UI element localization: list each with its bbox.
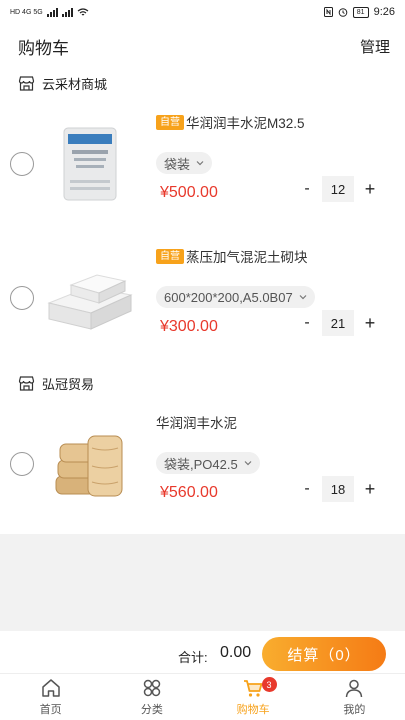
home-icon [41,679,60,697]
shop-name: 云采材商城 [42,77,108,92]
total-label: 合计: [178,650,208,665]
decrease-button[interactable]: - [296,480,318,498]
cart-list: 云采材商城 自营 华润润丰水泥M32.5 袋装 ¥500.00 - 12 + 自… [0,68,405,534]
chevron-down-icon [244,461,252,466]
quantity-stepper: - 21 + [296,310,382,336]
status-bar: HD 4G 5G 81 9:26 [0,0,405,24]
item-checkbox[interactable] [10,152,34,176]
product-price: ¥560.00 [160,484,218,501]
spec-selector[interactable]: 600*200*200,A5.0B07 [156,286,315,308]
spec-value: 袋装 [164,156,191,172]
network-indicators: HD 4G 5G [10,8,43,16]
cart-icon [244,680,263,697]
quantity-stepper: - 12 + [296,176,382,202]
product-name-row[interactable]: 自营 蒸压加气混泥土砌块 [156,246,308,266]
increase-button[interactable]: + [358,479,382,500]
tab-profile[interactable]: 我的 [304,674,405,720]
spec-value: 袋装,PO42.5 [164,456,238,472]
status-right: 81 9:26 [323,6,395,18]
tab-label: 我的 [343,704,366,716]
self-operated-tag: 自营 [156,248,184,264]
category-icon [143,679,161,697]
shop-name: 弘冠贸易 [42,377,95,392]
signal-icon [46,7,58,17]
clock: 9:26 [373,6,395,18]
product-price: ¥300.00 [160,318,218,335]
shop-header[interactable]: 弘冠贸易 [18,374,94,393]
signal-icon-2 [61,7,73,17]
tab-cart[interactable]: 购物车 3 [203,674,304,720]
product-image-cement-bag[interactable] [44,118,136,210]
checkout-bar: 合计: 0.00 结算（0） [0,631,405,673]
chevron-down-icon [196,161,204,166]
spec-value: 600*200*200,A5.0B07 [164,289,293,305]
product-price: ¥500.00 [160,184,218,201]
decrease-button[interactable]: - [296,314,318,332]
quantity-input[interactable]: 12 [322,176,354,202]
status-left: HD 4G 5G [10,7,89,17]
store-icon [18,376,35,391]
cart-count-badge: 3 [261,677,277,692]
user-icon [346,679,363,698]
quantity-stepper: - 18 + [296,476,382,502]
quantity-input[interactable]: 21 [322,310,354,336]
cart-item: 自营 华润润丰水泥M32.5 袋装 ¥500.00 - 12 + [0,106,405,226]
tab-home[interactable]: 首页 [0,674,101,720]
product-image-cement-bags-stack[interactable] [44,418,136,510]
checkout-button[interactable]: 结算（0） [262,637,386,671]
total-value: 0.00 [220,644,252,661]
cart-item: 自营 蒸压加气混泥土砌块 600*200*200,A5.0B07 ¥300.00… [0,240,405,360]
product-name: 蒸压加气混泥土砌块 [186,250,308,265]
item-checkbox[interactable] [10,452,34,476]
alarm-icon [338,8,348,17]
decrease-button[interactable]: - [296,180,318,198]
tab-label: 分类 [140,704,163,716]
shop-header[interactable]: 云采材商城 [18,74,107,93]
increase-button[interactable]: + [358,179,382,200]
store-icon [18,76,35,91]
tab-bar: 首页 分类 购物车 3 我的 [0,673,405,720]
spec-selector[interactable]: 袋装 [156,152,213,174]
product-image-aerated-block[interactable] [44,252,136,344]
header: 购物车 管理 [0,24,405,68]
self-operated-tag: 自营 [156,114,184,130]
nfc-icon [323,7,333,17]
tab-label: 首页 [39,704,62,716]
spec-selector[interactable]: 袋装,PO42.5 [156,452,260,474]
manage-button[interactable]: 管理 [360,36,390,57]
product-name-row[interactable]: 自营 华润润丰水泥M32.5 [156,112,305,132]
page-title: 购物车 [18,38,69,58]
item-checkbox[interactable] [10,286,34,310]
increase-button[interactable]: + [358,313,382,334]
product-name: 华润润丰水泥M32.5 [186,116,305,131]
chevron-down-icon [299,295,307,300]
product-name[interactable]: 华润润丰水泥 [156,412,237,432]
quantity-input[interactable]: 18 [322,476,354,502]
cart-item: 华润润丰水泥 袋装,PO42.5 ¥560.00 - 18 + [0,406,405,526]
tab-label: 购物车 [236,704,270,716]
wifi-icon [77,7,89,15]
tab-category[interactable]: 分类 [101,674,202,720]
battery-icon: 81 [352,6,369,18]
